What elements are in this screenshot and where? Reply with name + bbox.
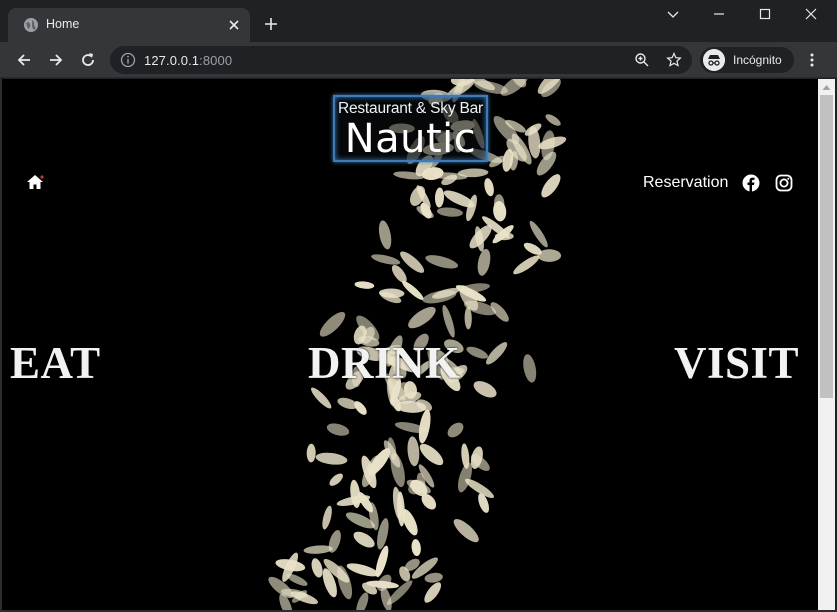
rice-grain <box>391 265 407 283</box>
home-icon[interactable] <box>26 174 44 190</box>
address-bar[interactable]: 127.0.0.1:8000 <box>110 46 692 74</box>
info-icon[interactable] <box>120 52 136 68</box>
globe-icon <box>24 18 38 32</box>
scrollbar-thumb[interactable] <box>820 95 833 398</box>
rice-grain <box>371 254 401 265</box>
rice-grain <box>513 255 540 275</box>
kebab-menu-icon[interactable] <box>804 52 820 68</box>
rice-grain <box>442 305 455 338</box>
rice-grain <box>408 306 436 329</box>
rice-grain <box>315 452 348 465</box>
rice-grain <box>447 422 464 438</box>
star-icon[interactable] <box>666 52 682 68</box>
close-icon[interactable] <box>226 17 242 33</box>
rice-grain <box>466 346 488 359</box>
page-viewport: Restaurant & Sky Bar Nautic Reservation … <box>2 79 818 610</box>
rice-grain <box>425 255 459 269</box>
reload-icon[interactable] <box>79 51 97 69</box>
rice-grain <box>523 354 537 383</box>
plus-icon[interactable] <box>262 15 280 33</box>
rice-grain <box>356 592 369 610</box>
minimize-icon[interactable] <box>711 6 727 22</box>
browser-toolbar: 127.0.0.1:8000 Incógnito <box>0 42 837 78</box>
rice-grain <box>473 381 497 398</box>
rice-grain <box>436 207 463 217</box>
instagram-icon[interactable] <box>775 174 793 192</box>
rice-grain <box>322 505 332 530</box>
window-frame-left <box>0 79 2 612</box>
rice-grain <box>311 558 323 578</box>
incognito-icon <box>703 49 725 71</box>
reservation-link[interactable]: Reservation <box>643 174 728 192</box>
rice-grain <box>326 423 350 436</box>
rice-grain <box>311 387 332 409</box>
rice-grain <box>541 174 561 198</box>
hero-word-eat: EAT <box>10 338 101 388</box>
rice-grain <box>346 563 379 577</box>
chevron-down-icon[interactable] <box>665 6 681 22</box>
rice-grain <box>484 178 494 197</box>
tab-title: Home <box>46 17 80 31</box>
rice-grain <box>457 168 489 178</box>
close-window-icon[interactable] <box>803 6 819 22</box>
hero-word-drink: DRINK <box>308 338 461 388</box>
rice-grain <box>411 539 421 557</box>
rice-grain <box>424 582 442 603</box>
scroll-up-icon[interactable] <box>822 83 831 92</box>
url-port: :8000 <box>199 53 233 68</box>
back-icon[interactable] <box>15 51 33 69</box>
rice-grain <box>453 518 479 543</box>
url-text[interactable]: 127.0.0.1:8000 <box>144 53 232 68</box>
rice-grain <box>545 114 561 126</box>
rice-grain <box>486 342 508 365</box>
rice-grain <box>407 436 420 467</box>
logo-brand: Nautic <box>344 116 477 162</box>
page-scrollbar[interactable] <box>818 79 835 610</box>
zoom-icon[interactable] <box>634 52 650 68</box>
url-host: 127.0.0.1 <box>144 53 200 68</box>
site-logo[interactable]: Restaurant & Sky Bar Nautic <box>333 95 488 162</box>
facebook-icon[interactable] <box>742 174 760 192</box>
rice-grain <box>434 187 445 208</box>
rice-grain <box>353 531 375 548</box>
rice-grain <box>477 248 491 276</box>
browser-titlebar: Home <box>0 0 837 42</box>
hero-word-visit: VISIT <box>674 338 800 388</box>
forward-icon[interactable] <box>47 51 65 69</box>
rice-grain <box>537 249 562 262</box>
incognito-label: Incógnito <box>733 53 782 67</box>
incognito-badge[interactable]: Incógnito <box>700 47 794 73</box>
rice-grain <box>378 220 392 250</box>
tab-home[interactable]: Home <box>8 8 250 42</box>
rice-grain <box>424 572 443 583</box>
rice-grain <box>303 545 333 554</box>
rice-grain <box>329 473 343 486</box>
rice-grain <box>419 443 444 466</box>
rice-grain <box>306 443 316 463</box>
maximize-icon[interactable] <box>757 6 773 22</box>
rice-grain <box>319 311 346 337</box>
rice-grain <box>375 545 389 578</box>
rice-grain <box>354 281 375 289</box>
